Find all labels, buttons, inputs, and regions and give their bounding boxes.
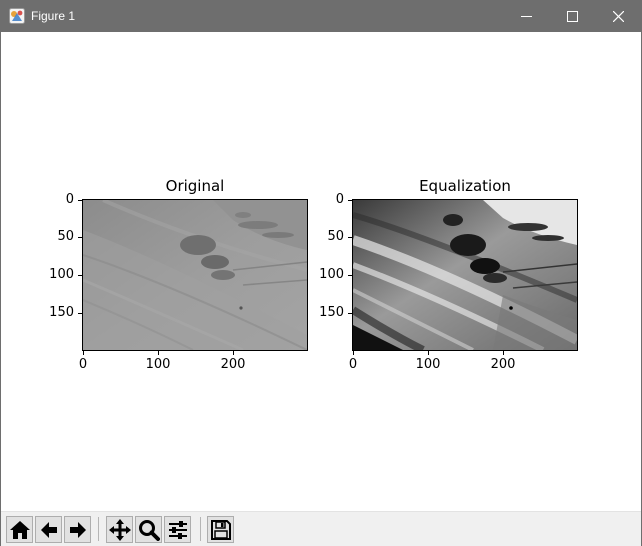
ytick-mark bbox=[78, 200, 82, 201]
ytick-mark bbox=[348, 200, 352, 201]
ytick-mark bbox=[348, 237, 352, 238]
magnifier-icon bbox=[138, 519, 160, 541]
back-button[interactable] bbox=[35, 516, 62, 543]
ytick-label: 150 bbox=[49, 305, 74, 320]
xtick-mark bbox=[503, 351, 504, 355]
ytick-label: 100 bbox=[319, 267, 344, 282]
ytick-label: 50 bbox=[327, 229, 344, 244]
xtick-mark bbox=[353, 351, 354, 355]
ytick-label: 50 bbox=[57, 229, 74, 244]
ytick-mark bbox=[78, 313, 82, 314]
configure-subplots-button[interactable] bbox=[164, 516, 191, 543]
ytick-label: 0 bbox=[335, 192, 344, 207]
xtick-label: 100 bbox=[145, 357, 171, 372]
xtick-label: 200 bbox=[220, 357, 246, 372]
minimize-button[interactable] bbox=[503, 1, 549, 32]
arrow-left-icon bbox=[40, 521, 57, 538]
xtick-mark bbox=[83, 351, 84, 355]
pan-button[interactable] bbox=[106, 516, 133, 543]
home-icon bbox=[9, 520, 30, 539]
xtick-mark bbox=[428, 351, 429, 355]
axes-title-original: Original bbox=[165, 177, 225, 195]
toolbar-separator bbox=[200, 517, 201, 541]
xtick-mark bbox=[233, 351, 234, 355]
ytick-label: 0 bbox=[65, 192, 74, 207]
window-title: Figure 1 bbox=[31, 9, 76, 23]
close-button[interactable] bbox=[595, 1, 641, 32]
figure-window: Figure 1 Original 0 50 100 150 0 100 200… bbox=[0, 0, 642, 546]
ytick-mark bbox=[348, 313, 352, 314]
ytick-label: 100 bbox=[49, 267, 74, 282]
minimize-icon bbox=[520, 16, 532, 17]
xtick-mark bbox=[158, 351, 159, 355]
axes-equalization[interactable] bbox=[352, 199, 578, 351]
equalized-image bbox=[353, 200, 577, 350]
ytick-mark bbox=[78, 237, 82, 238]
xtick-label: 200 bbox=[490, 357, 516, 372]
home-button[interactable] bbox=[6, 516, 33, 543]
ytick-label: 150 bbox=[319, 305, 344, 320]
sliders-icon bbox=[168, 520, 187, 539]
xtick-label: 100 bbox=[415, 357, 441, 372]
xtick-label: 0 bbox=[78, 357, 88, 372]
maximize-button[interactable] bbox=[549, 1, 595, 32]
forward-button[interactable] bbox=[64, 516, 91, 543]
close-icon bbox=[612, 11, 624, 22]
toolbar-separator bbox=[98, 517, 99, 541]
matplotlib-figure-icon bbox=[9, 8, 25, 24]
axes-title-equalization: Equalization bbox=[419, 177, 511, 195]
title-bar[interactable]: Figure 1 bbox=[1, 1, 641, 32]
ytick-mark bbox=[78, 275, 82, 276]
original-image bbox=[83, 200, 307, 350]
zoom-button[interactable] bbox=[135, 516, 162, 543]
move-icon bbox=[108, 518, 131, 541]
axes-original[interactable] bbox=[82, 199, 308, 351]
floppy-disk-icon bbox=[210, 519, 231, 540]
navigation-toolbar bbox=[1, 511, 641, 546]
maximize-icon bbox=[566, 11, 578, 22]
ytick-mark bbox=[348, 275, 352, 276]
save-button[interactable] bbox=[207, 516, 234, 543]
figure-canvas[interactable]: Original 0 50 100 150 0 100 200 Equaliza… bbox=[1, 32, 641, 511]
arrow-right-icon bbox=[69, 521, 86, 538]
xtick-label: 0 bbox=[348, 357, 358, 372]
